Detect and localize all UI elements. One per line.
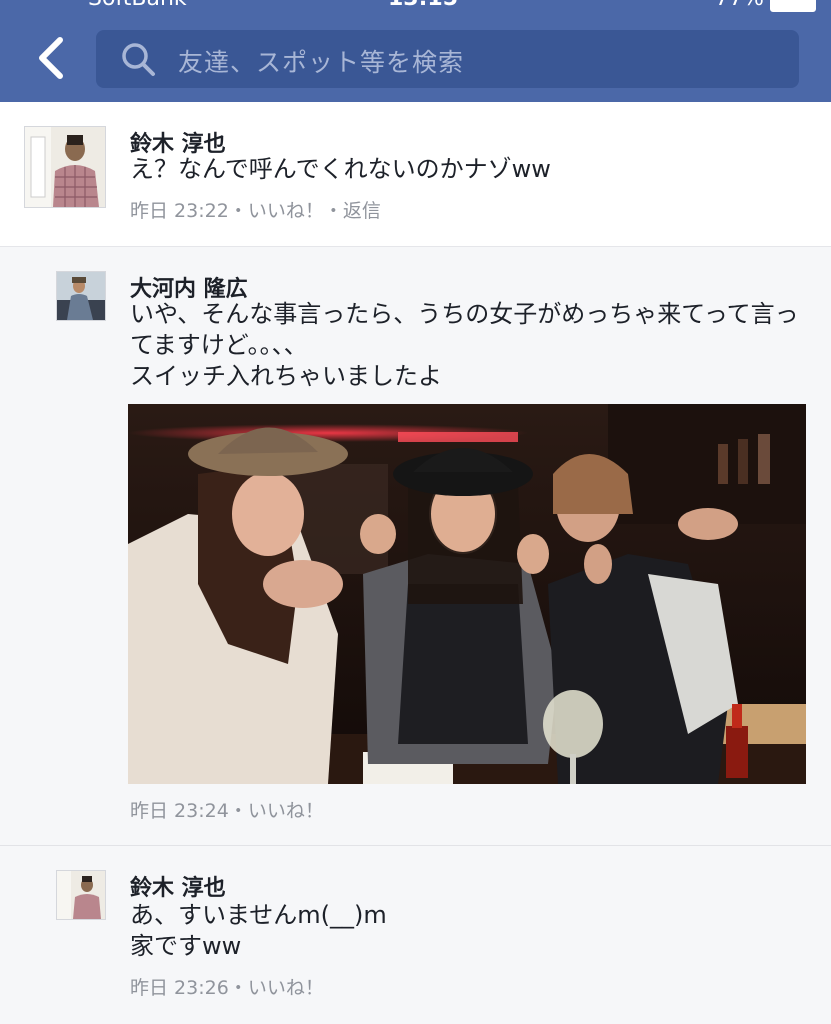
like-link[interactable]: いいね！ <box>248 800 324 822</box>
status-bar: SoftBank 13:15 77% <box>0 0 831 14</box>
comment-meta: 昨日 23:26・いいね！ <box>130 973 324 1000</box>
comment-line: え？なんで呼んでくれないのかナゾww <box>130 155 551 183</box>
separator: ・ <box>323 200 343 222</box>
battery-icon <box>770 0 816 12</box>
comment-item: 鈴木 淳也 あ、すいませんm(__)m 家ですww 昨日 23:26・いいね！ <box>0 846 831 1024</box>
comment-text: え？なんで呼んでくれないのかナゾww <box>130 154 800 185</box>
battery-percent: 77% <box>715 0 764 11</box>
like-link[interactable]: いいね！ <box>248 977 324 999</box>
comment-text: いや、そんな事言ったら、うちの女子がめっちゃ来てって言ってますけど。。、、 スイ… <box>130 299 800 392</box>
avatar[interactable] <box>56 271 106 321</box>
avatar[interactable] <box>56 870 106 920</box>
comment-item: 大河内 隆広 いや、そんな事言ったら、うちの女子がめっちゃ来てって言ってますけど… <box>0 247 831 846</box>
comment-time: 昨日 23:22 <box>130 200 229 222</box>
comment-text: あ、すいませんm(__)m 家ですww <box>130 900 800 962</box>
comment-line: スイッチ入れちゃいましたよ <box>130 362 442 390</box>
comment-time: 昨日 23:24 <box>130 800 229 822</box>
comment-meta: 昨日 23:24・いいね！ <box>130 796 324 823</box>
comment-time: 昨日 23:26 <box>130 977 229 999</box>
carrier-label: SoftBank <box>88 0 187 11</box>
clock: 13:15 <box>388 0 458 11</box>
reply-link[interactable]: 返信 <box>343 200 381 222</box>
search-icon <box>122 43 155 76</box>
avatar-photo <box>57 272 105 320</box>
avatar-photo <box>25 127 105 207</box>
comment-item: 鈴木 淳也 え？なんで呼んでくれないのかナゾww 昨日 23:22・いいね！・返… <box>0 102 831 247</box>
like-link[interactable]: いいね！ <box>248 200 324 222</box>
comment-line: あ、すいませんm(__)m <box>130 901 387 929</box>
comment-meta: 昨日 23:22・いいね！・返信 <box>130 196 381 223</box>
comment-author[interactable]: 鈴木 淳也 <box>130 870 226 902</box>
comment-line: 家ですww <box>130 932 242 960</box>
separator: ・ <box>228 200 248 222</box>
attached-photo[interactable] <box>128 404 806 784</box>
separator: ・ <box>228 800 248 822</box>
avatar[interactable] <box>24 126 106 208</box>
search-placeholder: 友達、スポット等を検索 <box>178 48 465 77</box>
search-bar[interactable]: 友達、スポット等を検索 <box>96 30 799 88</box>
group-photo-image <box>128 404 806 784</box>
separator: ・ <box>228 977 248 999</box>
comment-line: いや、そんな事言ったら、うちの女子がめっちゃ来てって言ってますけど。。、、 <box>130 300 799 359</box>
back-button[interactable] <box>28 34 76 82</box>
avatar-photo <box>57 871 105 919</box>
top-nav-bar: 友達、スポット等を検索 <box>0 14 831 102</box>
chevron-left-icon <box>39 37 63 79</box>
